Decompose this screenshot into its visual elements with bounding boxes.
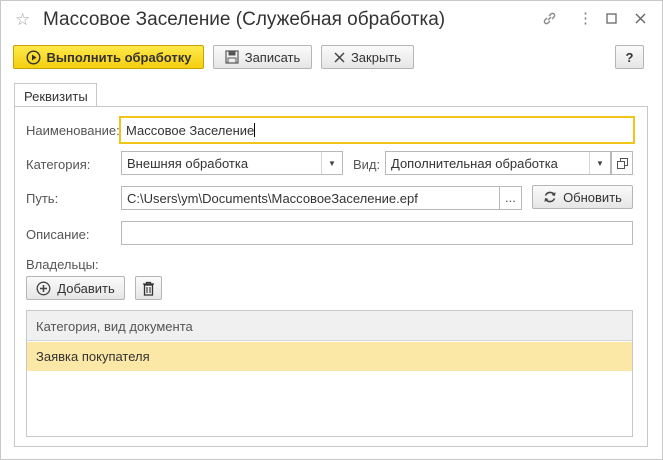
- window: ☆ Массовое Заселение (Служебная обработк…: [0, 0, 663, 460]
- browse-button-label: ...: [505, 190, 516, 205]
- dropdown-icon[interactable]: ▼: [589, 152, 610, 174]
- open-button[interactable]: [611, 151, 633, 175]
- owners-label: Владельцы:: [26, 257, 99, 272]
- more-icon[interactable]: ⋮: [578, 9, 593, 27]
- close-icon[interactable]: [635, 11, 646, 27]
- table-row[interactable]: Заявка покупателя: [27, 342, 632, 371]
- run-button[interactable]: Выполнить обработку: [13, 45, 204, 69]
- add-icon: [36, 281, 51, 295]
- category-label: Категория:: [26, 157, 91, 172]
- add-button-label: Добавить: [57, 280, 115, 296]
- description-field[interactable]: [121, 221, 633, 245]
- maximize-icon[interactable]: [606, 11, 617, 27]
- trash-icon: [143, 281, 154, 296]
- open-icon: [616, 157, 628, 169]
- kind-value: Дополнительная обработка: [391, 156, 558, 171]
- table-cell: Заявка покупателя: [36, 349, 150, 364]
- close-button-label: Закрыть: [350, 49, 402, 65]
- save-button-label: Записать: [244, 49, 301, 65]
- play-icon: [26, 49, 41, 65]
- run-button-label: Выполнить обработку: [46, 49, 192, 65]
- path-field[interactable]: C:\Users\ym\Documents\МассовоеЗаселение.…: [121, 186, 500, 210]
- save-button[interactable]: Записать: [213, 45, 312, 69]
- browse-button[interactable]: ...: [499, 186, 522, 210]
- help-button-label: ?: [625, 49, 634, 65]
- path-label: Путь:: [26, 191, 59, 206]
- kind-label: Вид:: [353, 157, 381, 172]
- close-x-icon: [334, 51, 345, 63]
- table-header-category[interactable]: Категория, вид документа: [27, 311, 632, 341]
- name-field[interactable]: Массовое Заселение: [119, 116, 635, 144]
- name-label: Наименование:: [26, 123, 120, 138]
- owners-table[interactable]: Категория, вид документа Заявка покупате…: [26, 310, 633, 437]
- star-icon[interactable]: ☆: [15, 10, 30, 30]
- help-button[interactable]: ?: [615, 45, 644, 69]
- kind-select[interactable]: Дополнительная обработка ▼: [385, 151, 611, 175]
- refresh-button-label: Обновить: [563, 189, 622, 205]
- category-value: Внешняя обработка: [127, 156, 249, 171]
- description-label: Описание:: [26, 227, 90, 242]
- close-button[interactable]: Закрыть: [321, 45, 414, 69]
- window-title: Массовое Заселение (Служебная обработка): [43, 9, 446, 30]
- link-icon[interactable]: [542, 11, 557, 29]
- dropdown-icon[interactable]: ▼: [321, 152, 342, 174]
- title-bar: ☆ Массовое Заселение (Служебная обработк…: [1, 1, 662, 39]
- refresh-icon: [544, 191, 556, 203]
- add-button[interactable]: Добавить: [26, 276, 125, 300]
- path-value: C:\Users\ym\Documents\МассовоеЗаселение.…: [127, 191, 418, 206]
- tab-requisites-label: Реквизиты: [24, 89, 88, 104]
- save-icon: [225, 50, 239, 64]
- text-caret: [254, 123, 256, 137]
- name-value: Массовое Заселение: [126, 123, 255, 138]
- delete-button[interactable]: [135, 276, 162, 300]
- refresh-button[interactable]: Обновить: [532, 185, 633, 209]
- category-select[interactable]: Внешняя обработка ▼: [121, 151, 343, 175]
- tab-requisites[interactable]: Реквизиты: [14, 83, 97, 107]
